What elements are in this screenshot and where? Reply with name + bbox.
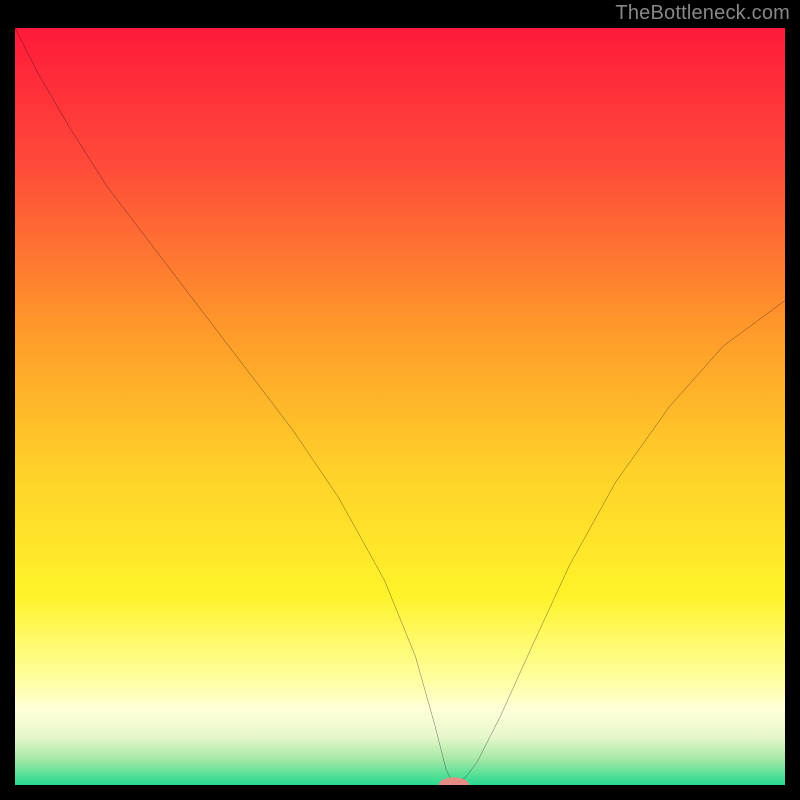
chart-frame: TheBottleneck.com bbox=[0, 0, 800, 800]
bottleneck-chart bbox=[15, 28, 785, 785]
watermark-text: TheBottleneck.com bbox=[615, 2, 790, 25]
